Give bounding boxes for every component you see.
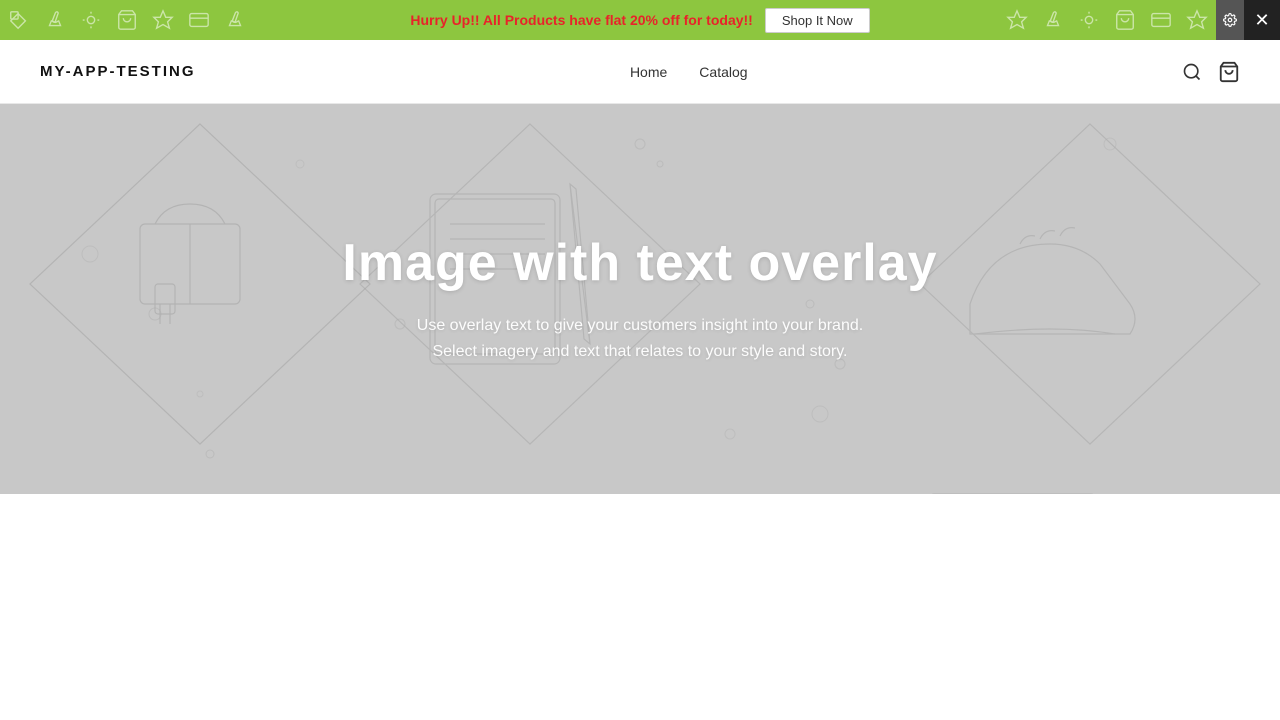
settings-icon (1223, 13, 1237, 27)
site-header: MY-APP-TESTING Home Catalog (0, 40, 1280, 104)
main-nav: Home Catalog (630, 64, 748, 80)
shop-now-button[interactable]: Shop It Now (765, 8, 870, 33)
tag-icon-6 (1186, 9, 1208, 31)
tag-icon-3 (152, 9, 174, 31)
close-bar-button[interactable]: ✕ (1244, 0, 1280, 40)
logo: MY-APP-TESTING (40, 63, 196, 80)
close-icon: ✕ (1254, 10, 1269, 31)
bar-icons-right (998, 0, 1216, 40)
hero-subtitle-line1: Use overlay text to give your customers … (342, 313, 937, 339)
below-fold (0, 494, 1280, 624)
card-icon-2 (1150, 9, 1172, 31)
hero-content: Image with text overlay Use overlay text… (342, 233, 937, 364)
header-icons (1182, 61, 1240, 83)
tag-icon-1 (8, 9, 30, 31)
tag-icon-4 (1006, 9, 1028, 31)
shopify-icon-2 (224, 9, 246, 31)
hero-subtitle-line2: Select imagery and text that relates to … (342, 339, 937, 365)
search-icon (1182, 62, 1202, 82)
cart-icon (1218, 61, 1240, 83)
announcement-text: Hurry Up!! All Products have flat 20% of… (410, 12, 753, 28)
shopify-icon-3 (1042, 9, 1064, 31)
announcement-bar: Hurry Up!! All Products have flat 20% of… (0, 0, 1280, 40)
bag-icon-2 (1114, 9, 1136, 31)
nav-catalog[interactable]: Catalog (699, 64, 747, 80)
announcement-content: Hurry Up!! All Products have flat 20% of… (410, 8, 869, 33)
settings-button[interactable] (1216, 0, 1244, 40)
hero-title: Image with text overlay (342, 233, 937, 293)
hero-section: Image with text overlay Use overlay text… (0, 104, 1280, 494)
tag-icon-2 (80, 9, 102, 31)
bar-icons-left (0, 0, 254, 40)
cart-button[interactable] (1218, 61, 1240, 83)
tag-icon-5 (1078, 9, 1100, 31)
shopify-icon-1 (44, 9, 66, 31)
nav-home[interactable]: Home (630, 64, 667, 80)
search-button[interactable] (1182, 62, 1202, 82)
bag-icon-1 (116, 9, 138, 31)
card-icon-1 (188, 9, 210, 31)
